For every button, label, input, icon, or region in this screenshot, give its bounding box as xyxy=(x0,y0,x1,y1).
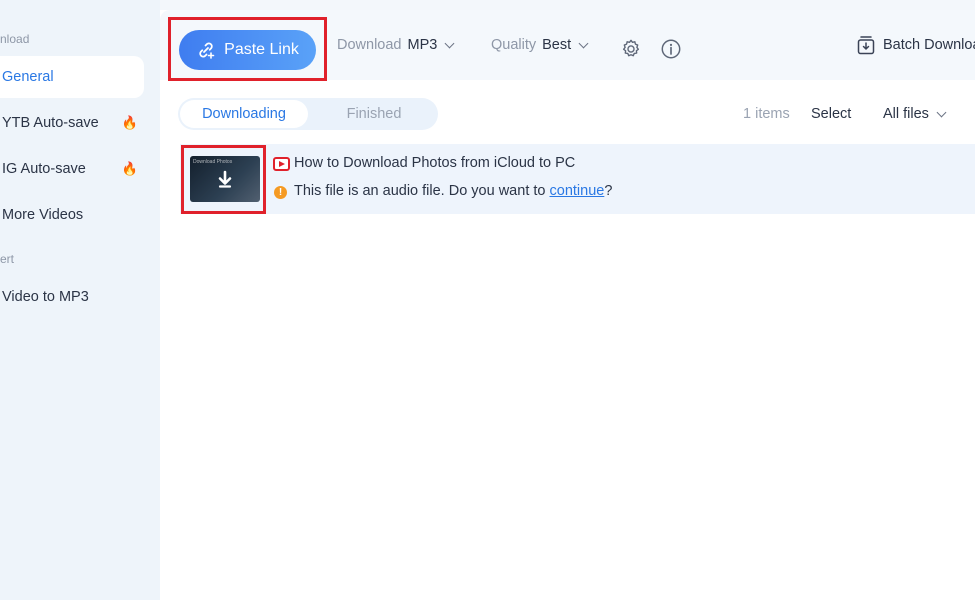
sidebar-item-general[interactable]: General xyxy=(0,56,144,98)
section-label-convert: ert xyxy=(0,252,15,266)
items-count: 1 items xyxy=(743,106,790,122)
highlight-box-thumbnail xyxy=(181,145,266,214)
batch-download-label: Batch Download xyxy=(883,37,975,53)
sidebar-item-label: More Videos xyxy=(2,207,84,223)
all-files-label: All files xyxy=(883,106,929,122)
message-text: This file is an audio file. Do you want … xyxy=(294,183,550,199)
highlight-box-paste-link xyxy=(168,17,327,81)
video-title: How to Download Photos from iCloud to PC xyxy=(294,155,576,171)
batch-download-button[interactable]: Batch Download xyxy=(857,10,975,80)
section-label-download: nload xyxy=(0,32,30,46)
sidebar: nload General YTB Auto-save 🔥 IG Auto-sa… xyxy=(0,0,160,600)
top-strip xyxy=(160,0,975,10)
sidebar-item-label: General xyxy=(2,69,54,85)
all-files-dropdown[interactable]: All files xyxy=(883,98,947,130)
fire-icon: 🔥 xyxy=(121,115,138,130)
fire-icon: 🔥 xyxy=(121,161,138,176)
quality-value: Best xyxy=(542,37,572,53)
gear-icon[interactable] xyxy=(620,38,642,60)
continue-link[interactable]: continue xyxy=(550,183,605,199)
download-format-label: Download xyxy=(337,37,402,53)
sidebar-item-ig-auto-save[interactable]: IG Auto-save 🔥 xyxy=(0,148,144,190)
sidebar-item-label: IG Auto-save xyxy=(2,161,86,177)
download-format-value: MP3 xyxy=(407,37,438,53)
quality-label: Quality xyxy=(491,37,537,53)
chevron-down-icon xyxy=(578,38,589,48)
sidebar-item-more-videos[interactable]: More Videos xyxy=(0,194,144,236)
tab-downloading[interactable]: Downloading xyxy=(180,100,308,128)
warning-icon: ! xyxy=(274,186,287,199)
select-button[interactable]: Select xyxy=(811,98,851,130)
tab-finished[interactable]: Finished xyxy=(310,98,438,130)
audio-file-message: This file is an audio file. Do you want … xyxy=(294,183,612,199)
chevron-down-icon xyxy=(936,107,947,117)
message-suffix: ? xyxy=(604,183,613,199)
batch-download-icon xyxy=(857,36,875,55)
quality-dropdown[interactable]: Quality Best xyxy=(491,10,589,80)
youtube-icon xyxy=(273,157,290,171)
chevron-down-icon xyxy=(444,38,455,48)
download-format-dropdown[interactable]: Download MP3 xyxy=(337,10,455,80)
main-panel: Paste Link Download MP3 Quality Best Bat… xyxy=(160,0,975,600)
status-tabs: Downloading Finished xyxy=(178,98,438,130)
info-icon[interactable] xyxy=(660,38,682,60)
sidebar-item-label: Video to MP3 xyxy=(2,289,89,305)
sidebar-item-video-to-mp3[interactable]: Video to MP3 xyxy=(0,276,144,318)
sidebar-item-label: YTB Auto-save xyxy=(2,115,99,131)
sidebar-item-ytb-auto-save[interactable]: YTB Auto-save 🔥 xyxy=(0,102,144,144)
